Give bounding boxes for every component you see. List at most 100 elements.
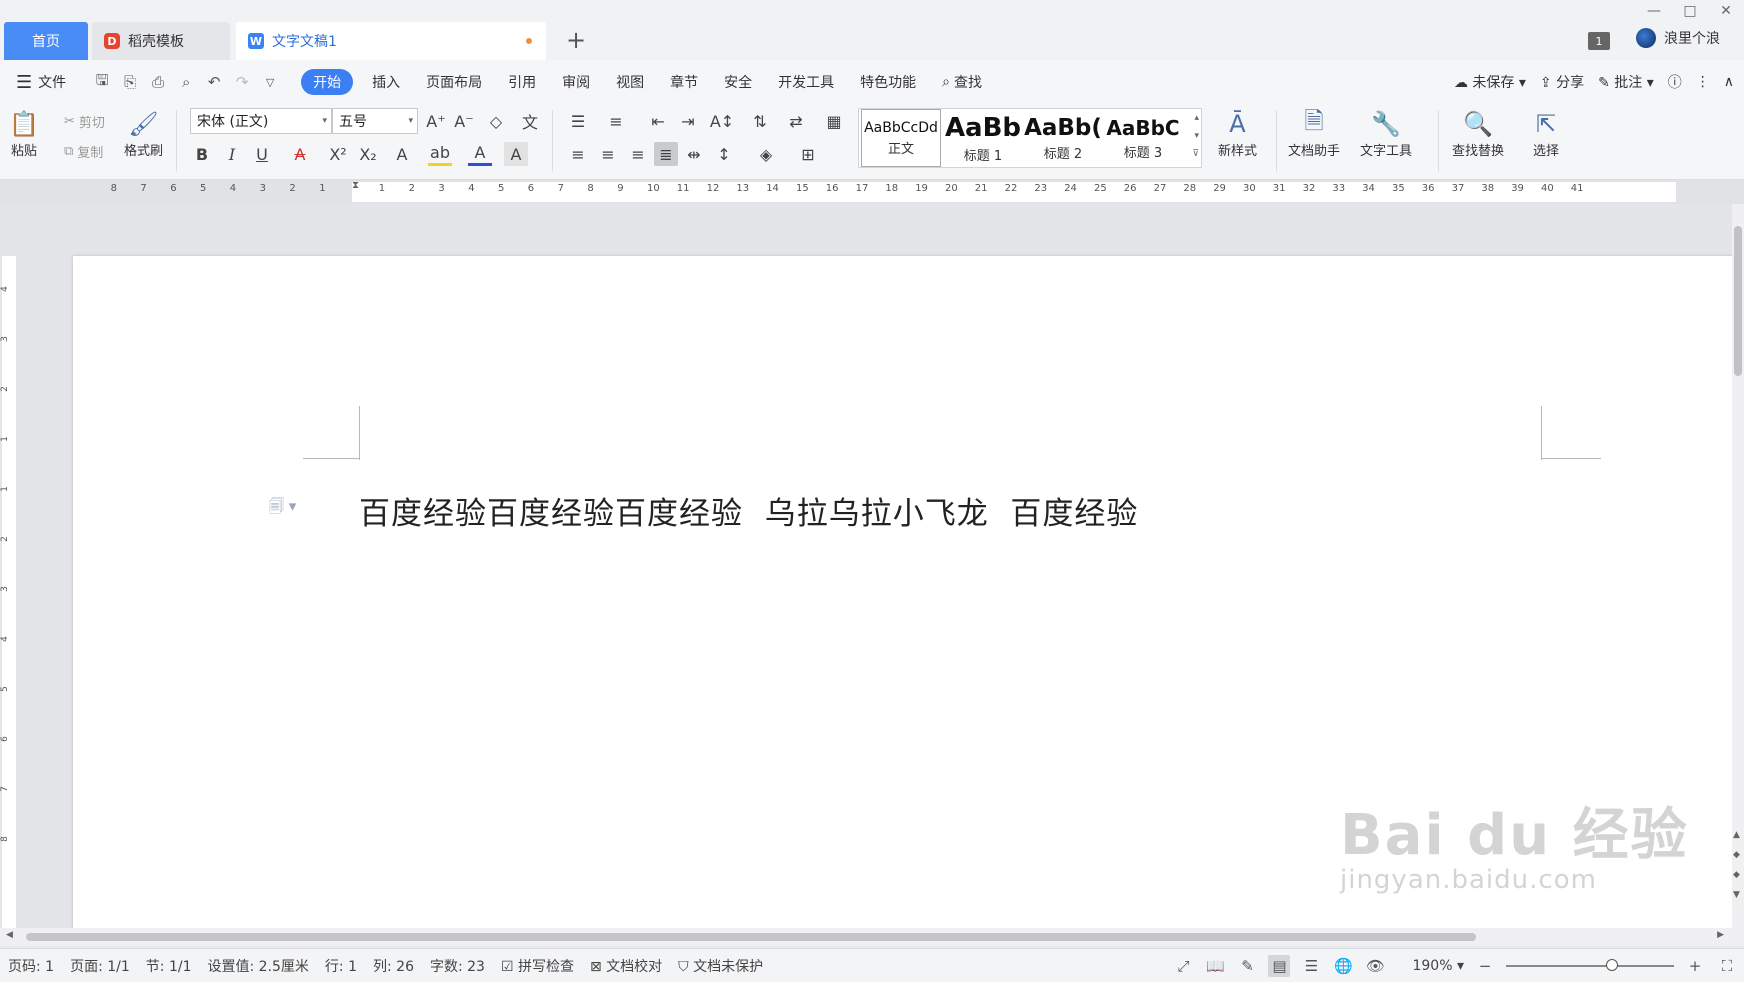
tab-start[interactable]: 开始: [301, 69, 354, 95]
grow-font-icon[interactable]: A⁺: [424, 109, 448, 133]
undo-icon[interactable]: ↶: [203, 71, 225, 93]
numbered-list-icon[interactable]: ≡: [604, 109, 628, 133]
zoom-out-icon[interactable]: −: [1474, 955, 1496, 977]
status-row[interactable]: 行: 1: [317, 956, 365, 976]
vertical-scroll-thumb[interactable]: [1734, 226, 1742, 376]
status-words[interactable]: 字数: 23: [422, 956, 493, 976]
clear-format-icon[interactable]: ◇: [484, 109, 508, 133]
tab-page-layout[interactable]: 页面布局: [413, 69, 495, 95]
increase-indent-icon[interactable]: ⇥: [676, 109, 700, 133]
find-replace-button[interactable]: 🔍 查找替换: [1452, 108, 1504, 159]
line-spacing-icon[interactable]: ↕: [712, 142, 736, 166]
unsaved-status[interactable]: ☁ 未保存 ▾: [1454, 72, 1526, 92]
tab-developer[interactable]: 开发工具: [765, 69, 847, 95]
doc-proof-button[interactable]: ⊠ 文档校对: [582, 956, 670, 976]
cut-button[interactable]: ✂ 剪切: [64, 112, 105, 131]
tab-document[interactable]: W 文字文稿1: [236, 22, 546, 60]
align-right-icon[interactable]: ≡: [626, 142, 650, 166]
font-size-select[interactable]: 五号 ▾: [332, 108, 418, 134]
text-tools-button[interactable]: 🔧 文字工具: [1360, 108, 1412, 159]
redo-icon[interactable]: ↷: [231, 71, 253, 93]
horizontal-scrollbar[interactable]: ◀ ▶: [0, 928, 1744, 946]
zoom-slider[interactable]: [1506, 959, 1674, 971]
fullscreen-icon[interactable]: ⤢: [1172, 955, 1194, 977]
subscript-icon[interactable]: X₂: [356, 142, 380, 166]
tab-chapter[interactable]: 章节: [657, 69, 711, 95]
share-button[interactable]: ⇪ 分享: [1540, 72, 1584, 92]
gallery-scroll-down-icon[interactable]: ▾: [1194, 131, 1199, 141]
scroll-right-icon[interactable]: ▶: [1717, 930, 1724, 940]
shrink-font-icon[interactable]: A⁻: [452, 109, 476, 133]
text-effect-icon[interactable]: A: [390, 142, 414, 166]
tab-features[interactable]: 特色功能: [847, 69, 929, 95]
zoom-slider-handle[interactable]: [1606, 959, 1618, 971]
minimize-button[interactable]: —: [1636, 0, 1672, 22]
status-page[interactable]: 页码: 1: [0, 956, 62, 976]
tab-view[interactable]: 视图: [603, 69, 657, 95]
user-account[interactable]: 浪里个浪: [1636, 28, 1720, 48]
save-icon[interactable]: 🖫: [91, 71, 113, 93]
collapse-ribbon-icon[interactable]: ∧: [1724, 74, 1734, 90]
reading-mode-icon[interactable]: 📖: [1204, 955, 1226, 977]
scroll-left-icon[interactable]: ◀: [6, 930, 13, 940]
print-icon[interactable]: ⎙: [147, 71, 169, 93]
font-color-icon[interactable]: A: [468, 142, 492, 166]
scroll-up-icon[interactable]: ▲: [1733, 830, 1740, 840]
show-hide-marks-icon[interactable]: ⇄: [784, 109, 808, 133]
style-heading-2[interactable]: AaBb( 标题 2: [1023, 109, 1103, 167]
scroll-down-icon[interactable]: ▼: [1733, 890, 1740, 900]
tab-template[interactable]: D 稻壳模板: [92, 22, 230, 60]
protect-status[interactable]: ⛉ 文档未保护: [670, 956, 771, 976]
select-button[interactable]: ⇱ 选择: [1530, 108, 1562, 159]
status-col[interactable]: 列: 26: [365, 956, 422, 976]
fit-window-icon[interactable]: ⛶: [1716, 955, 1738, 977]
tab-references[interactable]: 引用: [495, 69, 549, 95]
new-tab-button[interactable]: +: [564, 26, 588, 54]
horizontal-ruler[interactable]: ⧗ 8 7 6 5 4 3 2 1 1 2 3 4 5 6 7 8 9 10 11 12 13 14 15 16 17 18 19 2…: [0, 180, 1744, 204]
horizontal-scroll-thumb[interactable]: [26, 933, 1476, 941]
notification-badge[interactable]: 1: [1588, 32, 1610, 50]
tab-insert[interactable]: 插入: [359, 69, 413, 95]
prev-page-icon[interactable]: ◆: [1733, 850, 1740, 860]
vertical-ruler[interactable]: 4 3 2 1 1 2 3 4 5 6 7 8: [0, 204, 18, 928]
file-menu[interactable]: ☰ 文件: [0, 69, 79, 95]
borders-icon[interactable]: ▦: [822, 109, 846, 133]
status-pages[interactable]: 页面: 1/1: [62, 956, 138, 976]
eye-protect-icon[interactable]: 👁: [1364, 955, 1386, 977]
doc-assistant-button[interactable]: 🗎 文档助手: [1288, 107, 1340, 160]
justify-icon[interactable]: ≣: [654, 142, 678, 166]
font-name-select[interactable]: 宋体 (正文) ▾: [190, 108, 332, 134]
bullet-list-icon[interactable]: ☰: [566, 109, 590, 133]
more-icon[interactable]: ⋮: [1696, 74, 1710, 90]
paste-button[interactable]: 📋 粘贴: [8, 108, 40, 159]
table-borders-icon[interactable]: ⊞: [796, 142, 820, 166]
align-left-icon[interactable]: ≡: [566, 142, 590, 166]
spell-check-button[interactable]: ☑ 拼写检查: [493, 956, 582, 976]
new-style-button[interactable]: Ā 新样式: [1218, 108, 1257, 159]
style-heading-1[interactable]: AaBb 标题 1: [943, 109, 1023, 167]
customize-dropdown-icon[interactable]: ▽: [259, 71, 281, 93]
document-body-text[interactable]: 百度经验百度经验百度经验 乌拉乌拉小飞龙 百度经验: [359, 488, 1138, 533]
italic-icon[interactable]: I: [220, 142, 244, 166]
close-button[interactable]: ✕: [1708, 0, 1744, 22]
phonetic-icon[interactable]: 文: [518, 109, 542, 133]
highlight-icon[interactable]: ab: [428, 142, 452, 166]
style-heading-3[interactable]: AaBbC 标题 3: [1103, 109, 1183, 167]
sort-icon[interactable]: ⇅: [748, 109, 772, 133]
gallery-scroll-up-icon[interactable]: ▴: [1194, 113, 1199, 123]
zoom-in-icon[interactable]: +: [1684, 955, 1706, 977]
style-normal[interactable]: AaBbCcDd 正文: [861, 109, 941, 167]
status-setting[interactable]: 设置值: 2.5厘米: [199, 956, 316, 976]
export-pdf-icon[interactable]: ⎘: [119, 71, 141, 93]
distribute-icon[interactable]: ⇹: [682, 142, 706, 166]
tab-review[interactable]: 审阅: [549, 69, 603, 95]
shading-icon[interactable]: ◈: [754, 142, 778, 166]
web-view-icon[interactable]: 🌐: [1332, 955, 1354, 977]
outline-view-icon[interactable]: ☰: [1300, 955, 1322, 977]
comment-button[interactable]: ✎ 批注 ▾: [1598, 72, 1654, 92]
text-direction-icon[interactable]: A↕: [710, 109, 734, 133]
vertical-scrollbar[interactable]: ▲ ◆ ◆ ▼: [1732, 204, 1744, 928]
underline-icon[interactable]: U: [250, 142, 274, 166]
print-preview-icon[interactable]: ⌕: [175, 71, 197, 93]
tab-home[interactable]: 首页: [4, 22, 88, 60]
